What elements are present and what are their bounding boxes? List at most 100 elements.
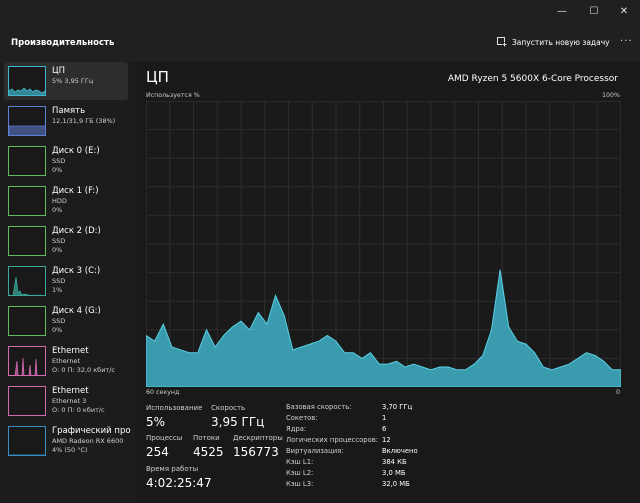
sidebar-item-text: Ethernet Ethernet О: 0 П: 32,0 кбит/с [52, 346, 115, 374]
sidebar-item-text: Ethernet Ethernet 3 О: 0 П: 0 кбит/с [52, 386, 105, 414]
sparkline-area [14, 357, 38, 375]
sidebar-item-detail-2: 0% [52, 165, 63, 174]
sidebar-item-5[interactable]: Диск 3 (C:) SSD 1% [4, 262, 128, 300]
sidebar-item-name: Графический про [52, 426, 131, 436]
speed-label: Скорость [211, 404, 246, 412]
sidebar-sparkline [9, 147, 46, 176]
sidebar: ЦП 5% 3,95 ГГц Память 12,1/31,9 ГБ (38%) Дис… [0, 62, 135, 503]
sidebar-item-detail-1: AMD Radeon RX 6600 [52, 437, 124, 445]
cpu-model-name: AMD Ryzen 5 5600X 6-Core Processor [447, 74, 618, 84]
sidebar-thumbnail [8, 346, 46, 376]
cache-l3-label: Кэш L3: [286, 480, 314, 488]
sidebar-item-detail-2: О: 0 П: 0 кбит/с [52, 405, 105, 414]
sparkline-area [9, 276, 42, 295]
sidebar-item-detail-2: 0% [52, 325, 63, 334]
sidebar-item-3[interactable]: Диск 1 (F:) HDD 0% [4, 182, 128, 220]
sidebar-item-text: Память 12,1/31,9 ГБ (38%) [52, 106, 115, 126]
logical-processors-label: Логических процессоров: [286, 436, 379, 444]
sidebar-sparkline [9, 307, 46, 336]
sidebar-sparkline [9, 276, 42, 295]
sidebar-item-7[interactable]: Ethernet Ethernet О: 0 П: 32,0 кбит/с [4, 342, 128, 380]
sidebar-item-name: Диск 3 (C:) [52, 266, 101, 276]
cache-l2-label: Кэш L2: [286, 469, 314, 477]
window-titlebar: — ☐ ✕ [0, 0, 640, 22]
sidebar-item-detail-2: 0% [52, 205, 63, 214]
cpu-heading: ЦП [146, 68, 169, 86]
minimize-button[interactable]: — [546, 0, 578, 22]
sidebar-item-text: ЦП 5% 3,95 ГГц [52, 66, 93, 86]
cores-label: Ядра: [286, 425, 307, 433]
sidebar-item-detail-2: 4% (50 °C) [52, 445, 88, 454]
sidebar-sparkline [9, 187, 46, 216]
sparkline-area [9, 454, 45, 455]
cache-l1-value: 384 КБ [382, 458, 407, 466]
page-title: Производительность [11, 38, 115, 48]
sidebar-item-4[interactable]: Диск 2 (D:) SSD 0% [4, 222, 128, 260]
sidebar-thumbnail [8, 106, 46, 136]
utilization-value: 5% [146, 415, 166, 429]
speed-value: 3,95 ГГц [211, 415, 265, 429]
threads-label: Потоки [193, 434, 220, 442]
sidebar-item-text: Диск 2 (D:) SSD 0% [52, 226, 101, 254]
sparkline-area [9, 125, 45, 135]
processes-value: 254 [146, 445, 169, 459]
sidebar-item-2[interactable]: Диск 0 (E:) SSD 0% [4, 142, 128, 180]
cpu-panel: ЦП AMD Ryzen 5 5600X 6-Core Processor Ис… [135, 62, 640, 503]
sidebar-item-name: Диск 1 (F:) [52, 186, 99, 196]
sidebar-item-text: Диск 4 (G:) SSD 0% [52, 306, 101, 334]
cpu-usage-graph [146, 101, 621, 387]
virtualization-value: Включено [382, 447, 418, 455]
sidebar-thumbnail [8, 266, 46, 296]
sidebar-item-0[interactable]: ЦП 5% 3,95 ГГц [4, 62, 128, 100]
maximize-button[interactable]: ☐ [578, 0, 610, 22]
cores-value: 6 [382, 425, 387, 433]
sidebar-item-detail-1: Ethernet 3 [52, 397, 87, 405]
sidebar-item-text: Диск 3 (C:) SSD 1% [52, 266, 100, 294]
sidebar-thumbnail [8, 146, 46, 176]
uptime-label: Время работы [146, 465, 199, 473]
sidebar-item-text: Графический про AMD Radeon RX 6600 4% (50 … [52, 426, 131, 454]
sidebar-item-detail-1: SSD [52, 277, 66, 285]
uptime-value: 4:02:25:47 [146, 476, 212, 490]
graph-axis-max: 100% [601, 92, 620, 99]
sidebar-item-name: Ethernet [52, 346, 89, 356]
sparkline-area [9, 87, 45, 95]
sidebar-thumbnail [8, 66, 46, 96]
sidebar-sparkline [9, 454, 45, 455]
sidebar-item-name: Диск 0 (E:) [52, 146, 100, 156]
virtualization-label: Виртуализация: [286, 447, 344, 455]
sidebar-item-detail-1: HDD [52, 197, 67, 205]
sidebar-thumbnail [8, 306, 46, 336]
run-new-task-label: Запустить новую задачу [512, 37, 610, 47]
sidebar-sparkline [14, 357, 38, 375]
sidebar-item-detail-1: SSD [52, 157, 66, 165]
threads-value: 4525 [193, 445, 224, 459]
sidebar-thumbnail [8, 186, 46, 216]
sidebar-item-detail-2: О: 0 П: 32,0 кбит/с [52, 365, 115, 374]
logical-processors-value: 12 [382, 436, 391, 444]
sidebar-item-detail-2: 1% [52, 285, 63, 294]
sidebar-thumbnail [8, 386, 46, 416]
cache-l2-value: 3,0 МБ [382, 469, 406, 477]
run-new-task-button[interactable]: Запустить новую задачу [497, 34, 610, 50]
sidebar-item-detail-1: SSD [52, 237, 66, 245]
cache-l1-label: Кэш L1: [286, 458, 314, 466]
sidebar-sparkline [9, 227, 46, 256]
more-options-button[interactable]: ··· [620, 36, 633, 47]
utilization-label: Использование [146, 404, 203, 412]
close-button[interactable]: ✕ [608, 0, 640, 22]
sidebar-item-name: Ethernet [52, 386, 89, 396]
sidebar-item-detail-1: Ethernet [52, 357, 80, 365]
sockets-value: 1 [382, 414, 387, 422]
sidebar-item-text: Диск 0 (E:) SSD 0% [52, 146, 100, 174]
handles-label: Дескрипторы [233, 434, 283, 442]
sidebar-item-name: Диск 2 (D:) [52, 226, 101, 236]
sidebar-item-9[interactable]: Графический про AMD Radeon RX 6600 4% (50 … [4, 422, 131, 460]
sidebar-item-text: Диск 1 (F:) HDD 0% [52, 186, 99, 214]
sidebar-item-1[interactable]: Память 12,1/31,9 ГБ (38%) [4, 102, 128, 140]
cache-l3-value: 32,0 МБ [382, 480, 410, 488]
sidebar-item-8[interactable]: Ethernet Ethernet 3 О: 0 П: 0 кбит/с [4, 382, 128, 420]
sockets-label: Сокетов: [286, 414, 318, 422]
sidebar-item-6[interactable]: Диск 4 (G:) SSD 0% [4, 302, 128, 340]
run-task-icon [497, 37, 507, 47]
